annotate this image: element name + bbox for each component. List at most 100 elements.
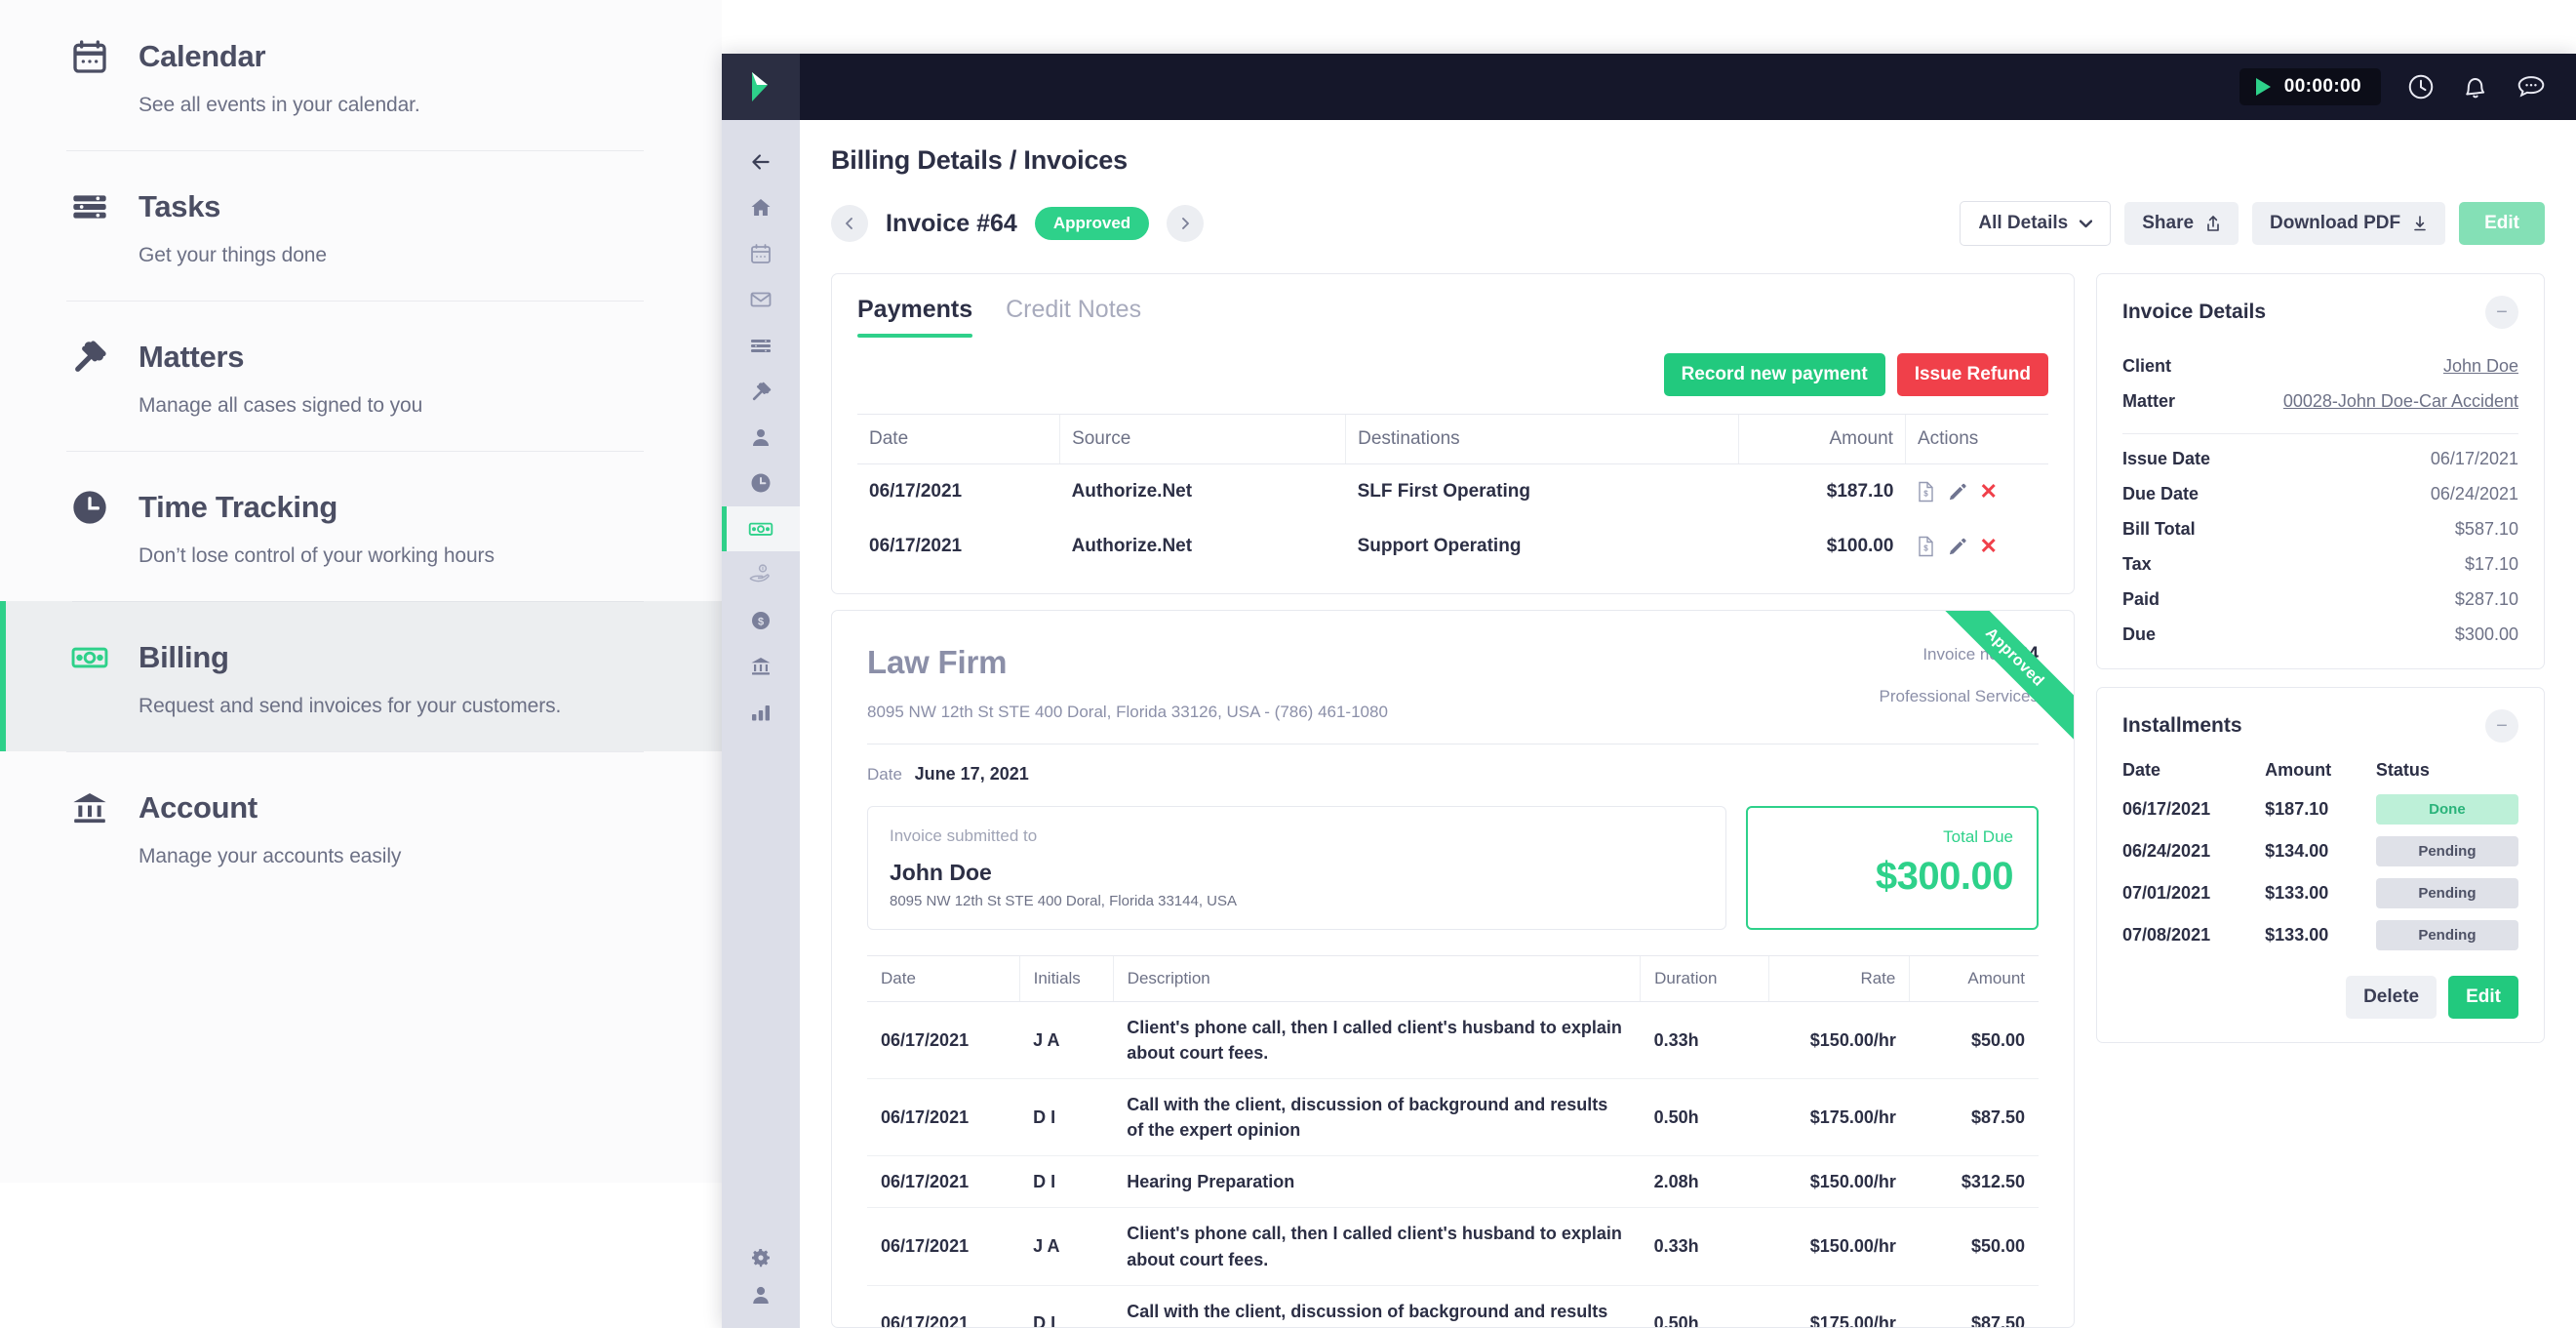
col-duration: Duration	[1640, 955, 1769, 1002]
share-button[interactable]: Share	[2124, 202, 2239, 245]
gavel-icon[interactable]	[722, 369, 800, 414]
promo-item-billing[interactable]: Billing Request and send invoices for yo…	[0, 601, 722, 751]
tab-credit-notes[interactable]: Credit Notes	[1006, 296, 1141, 338]
cell-destination: Support Operating	[1357, 536, 1522, 556]
home-icon[interactable]	[722, 185, 800, 230]
cell-amount: $87.50	[1909, 1285, 2039, 1327]
tasks-icon[interactable]	[722, 323, 800, 368]
tax-row: Tax $17.10	[2122, 554, 2518, 575]
trust-hand-icon[interactable]	[722, 552, 800, 597]
invoice-summary-boxes: Invoice submitted to John Doe 8095 NW 12…	[867, 806, 2039, 930]
prev-invoice-button[interactable]	[831, 205, 868, 242]
delete-x-icon[interactable]: ✕	[1979, 534, 1997, 559]
promo-item-account[interactable]: Account Manage your accounts easily	[0, 751, 722, 902]
edit-button[interactable]: Edit	[2459, 202, 2545, 245]
bell-icon[interactable]	[2461, 72, 2490, 101]
screen-root: Calendar See all events in your calendar…	[0, 0, 2576, 1328]
next-invoice-button[interactable]	[1167, 205, 1205, 242]
cell-initials: D I	[1019, 1285, 1114, 1327]
col-source: Source	[1059, 414, 1346, 464]
reports-icon[interactable]	[722, 690, 800, 735]
table-row: 07/01/2021 $133.00 Pending	[2122, 872, 2518, 914]
cell-date: 06/17/2021	[867, 1155, 1020, 1209]
mail-icon[interactable]	[722, 277, 800, 322]
line-items-body: 06/17/2021 J A Client's phone call, then…	[867, 1001, 2039, 1327]
due-row: Due $300.00	[2122, 624, 2518, 645]
settings-gear-icon[interactable]	[749, 1246, 773, 1269]
table-row[interactable]: 06/17/2021 Authorize.Net SLF First Opera…	[857, 464, 2048, 520]
field-label: Paid	[2122, 589, 2160, 609]
calendar-icon[interactable]	[722, 231, 800, 276]
cell-actions: $ ✕	[1905, 519, 2048, 574]
promo-item-matters[interactable]: Matters Manage all cases signed to you	[0, 301, 722, 451]
col-destinations: Destinations	[1345, 414, 1739, 464]
col-status: Status	[2375, 760, 2430, 780]
issue-refund-button[interactable]: Issue Refund	[1896, 353, 2048, 396]
field-value: 06/24/2021	[2430, 484, 2518, 503]
status-badge: Done	[2375, 794, 2518, 825]
cell-date: 07/01/2021	[2122, 883, 2211, 903]
play-icon[interactable]	[2253, 76, 2273, 98]
installments-panel: Installments − Date Amount Status 06/17/…	[2096, 687, 2545, 1043]
table-row: 07/08/2021 $133.00 Pending	[2122, 914, 2518, 956]
main-column: Payments Credit Notes Record new payment…	[831, 273, 2075, 1328]
promo-item-time-tracking[interactable]: Time Tracking Don’t lose control of your…	[0, 451, 722, 601]
delete-installments-button[interactable]: Delete	[2346, 976, 2437, 1019]
chat-icon[interactable]	[2516, 72, 2547, 101]
clock-icon[interactable]	[722, 461, 800, 505]
table-row: 06/17/2021 J A Client's phone call, then…	[867, 1001, 2039, 1080]
promo-item-calendar[interactable]: Calendar See all events in your calendar…	[0, 0, 722, 150]
col-amount: Amount	[1909, 955, 2039, 1002]
calendar-icon	[66, 33, 113, 80]
page-content: Billing Details / Invoices Invoice #64 A…	[800, 120, 2576, 1328]
back-arrow-icon[interactable]	[722, 140, 800, 184]
marketing-sidebar: Calendar See all events in your calendar…	[0, 0, 722, 1183]
icon-rail: $	[722, 120, 800, 1328]
edit-pencil-icon[interactable]	[1948, 483, 1966, 502]
cell-status: Pending	[2375, 830, 2518, 872]
cell-actions: $ ✕	[1905, 464, 2048, 520]
all-details-dropdown[interactable]: All Details	[1960, 201, 2112, 246]
table-row: 06/17/2021 D I Call with the client, dis…	[867, 1078, 2039, 1157]
edit-pencil-icon[interactable]	[1948, 538, 1966, 556]
invoice-document-card: Approved Law Firm 8095 NW 12th St STE 40…	[831, 610, 2075, 1328]
download-pdf-button[interactable]: Download PDF	[2252, 202, 2446, 245]
promo-desc: Get your things done	[139, 244, 327, 266]
timer-widget[interactable]: 00:00:00	[2239, 68, 2381, 105]
installments-table: Date Amount Status 06/17/2021 $187.10 Do…	[2122, 752, 2518, 956]
coin-icon[interactable]: $	[722, 598, 800, 643]
line-items-table: Date Initials Description Duration Rate …	[867, 955, 2039, 1327]
contacts-icon[interactable]	[722, 415, 800, 460]
breadcrumb: Billing Details / Invoices	[831, 145, 1128, 175]
services-label: Professional Services	[1879, 687, 2039, 705]
cell-date: 06/24/2021	[2122, 841, 2211, 861]
edit-installments-button[interactable]: Edit	[2448, 976, 2518, 1019]
matter-link[interactable]: 00028-John Doe-Car Accident	[2283, 391, 2518, 412]
paid-row: Paid $287.10	[2122, 589, 2518, 610]
table-row[interactable]: 06/17/2021 Authorize.Net Support Operati…	[857, 519, 2048, 574]
history-clock-icon[interactable]	[2406, 72, 2436, 101]
total-due-value: $300.00	[1875, 855, 2014, 898]
tab-payments[interactable]: Payments	[857, 296, 973, 338]
promo-item-tasks[interactable]: Tasks Get your things done	[0, 150, 722, 301]
status-badge: Pending	[2375, 878, 2518, 908]
cell-description: Call with the client, discussion of back…	[1113, 1285, 1641, 1327]
delete-x-icon[interactable]: ✕	[1979, 479, 1997, 504]
receipt-dollar-icon[interactable]: $	[1917, 536, 1935, 557]
play-logo-icon[interactable]	[722, 54, 800, 120]
minus-icon[interactable]: −	[2485, 296, 2518, 329]
user-account-icon[interactable]	[749, 1283, 773, 1307]
divider	[2122, 433, 2518, 434]
receipt-dollar-icon[interactable]: $	[1917, 481, 1935, 503]
sidebar-item-billing[interactable]	[722, 506, 800, 551]
app-body: $ Billing Details / Invoices Invoice #64…	[722, 120, 2576, 1328]
table-header-row: Date Source Destinations Amount Actions	[857, 414, 2048, 464]
invoice-details-panel: Invoice Details − Client John Doe Matter…	[2096, 273, 2545, 669]
payments-tabs: Payments Credit Notes	[857, 296, 2048, 338]
cell-rate: $175.00/hr	[1768, 1285, 1910, 1327]
client-link[interactable]: John Doe	[2443, 356, 2518, 377]
field-label: Tax	[2122, 554, 2152, 574]
bank-icon[interactable]	[722, 644, 800, 689]
record-new-payment-button[interactable]: Record new payment	[1663, 353, 1885, 396]
minus-icon[interactable]: −	[2485, 709, 2518, 743]
